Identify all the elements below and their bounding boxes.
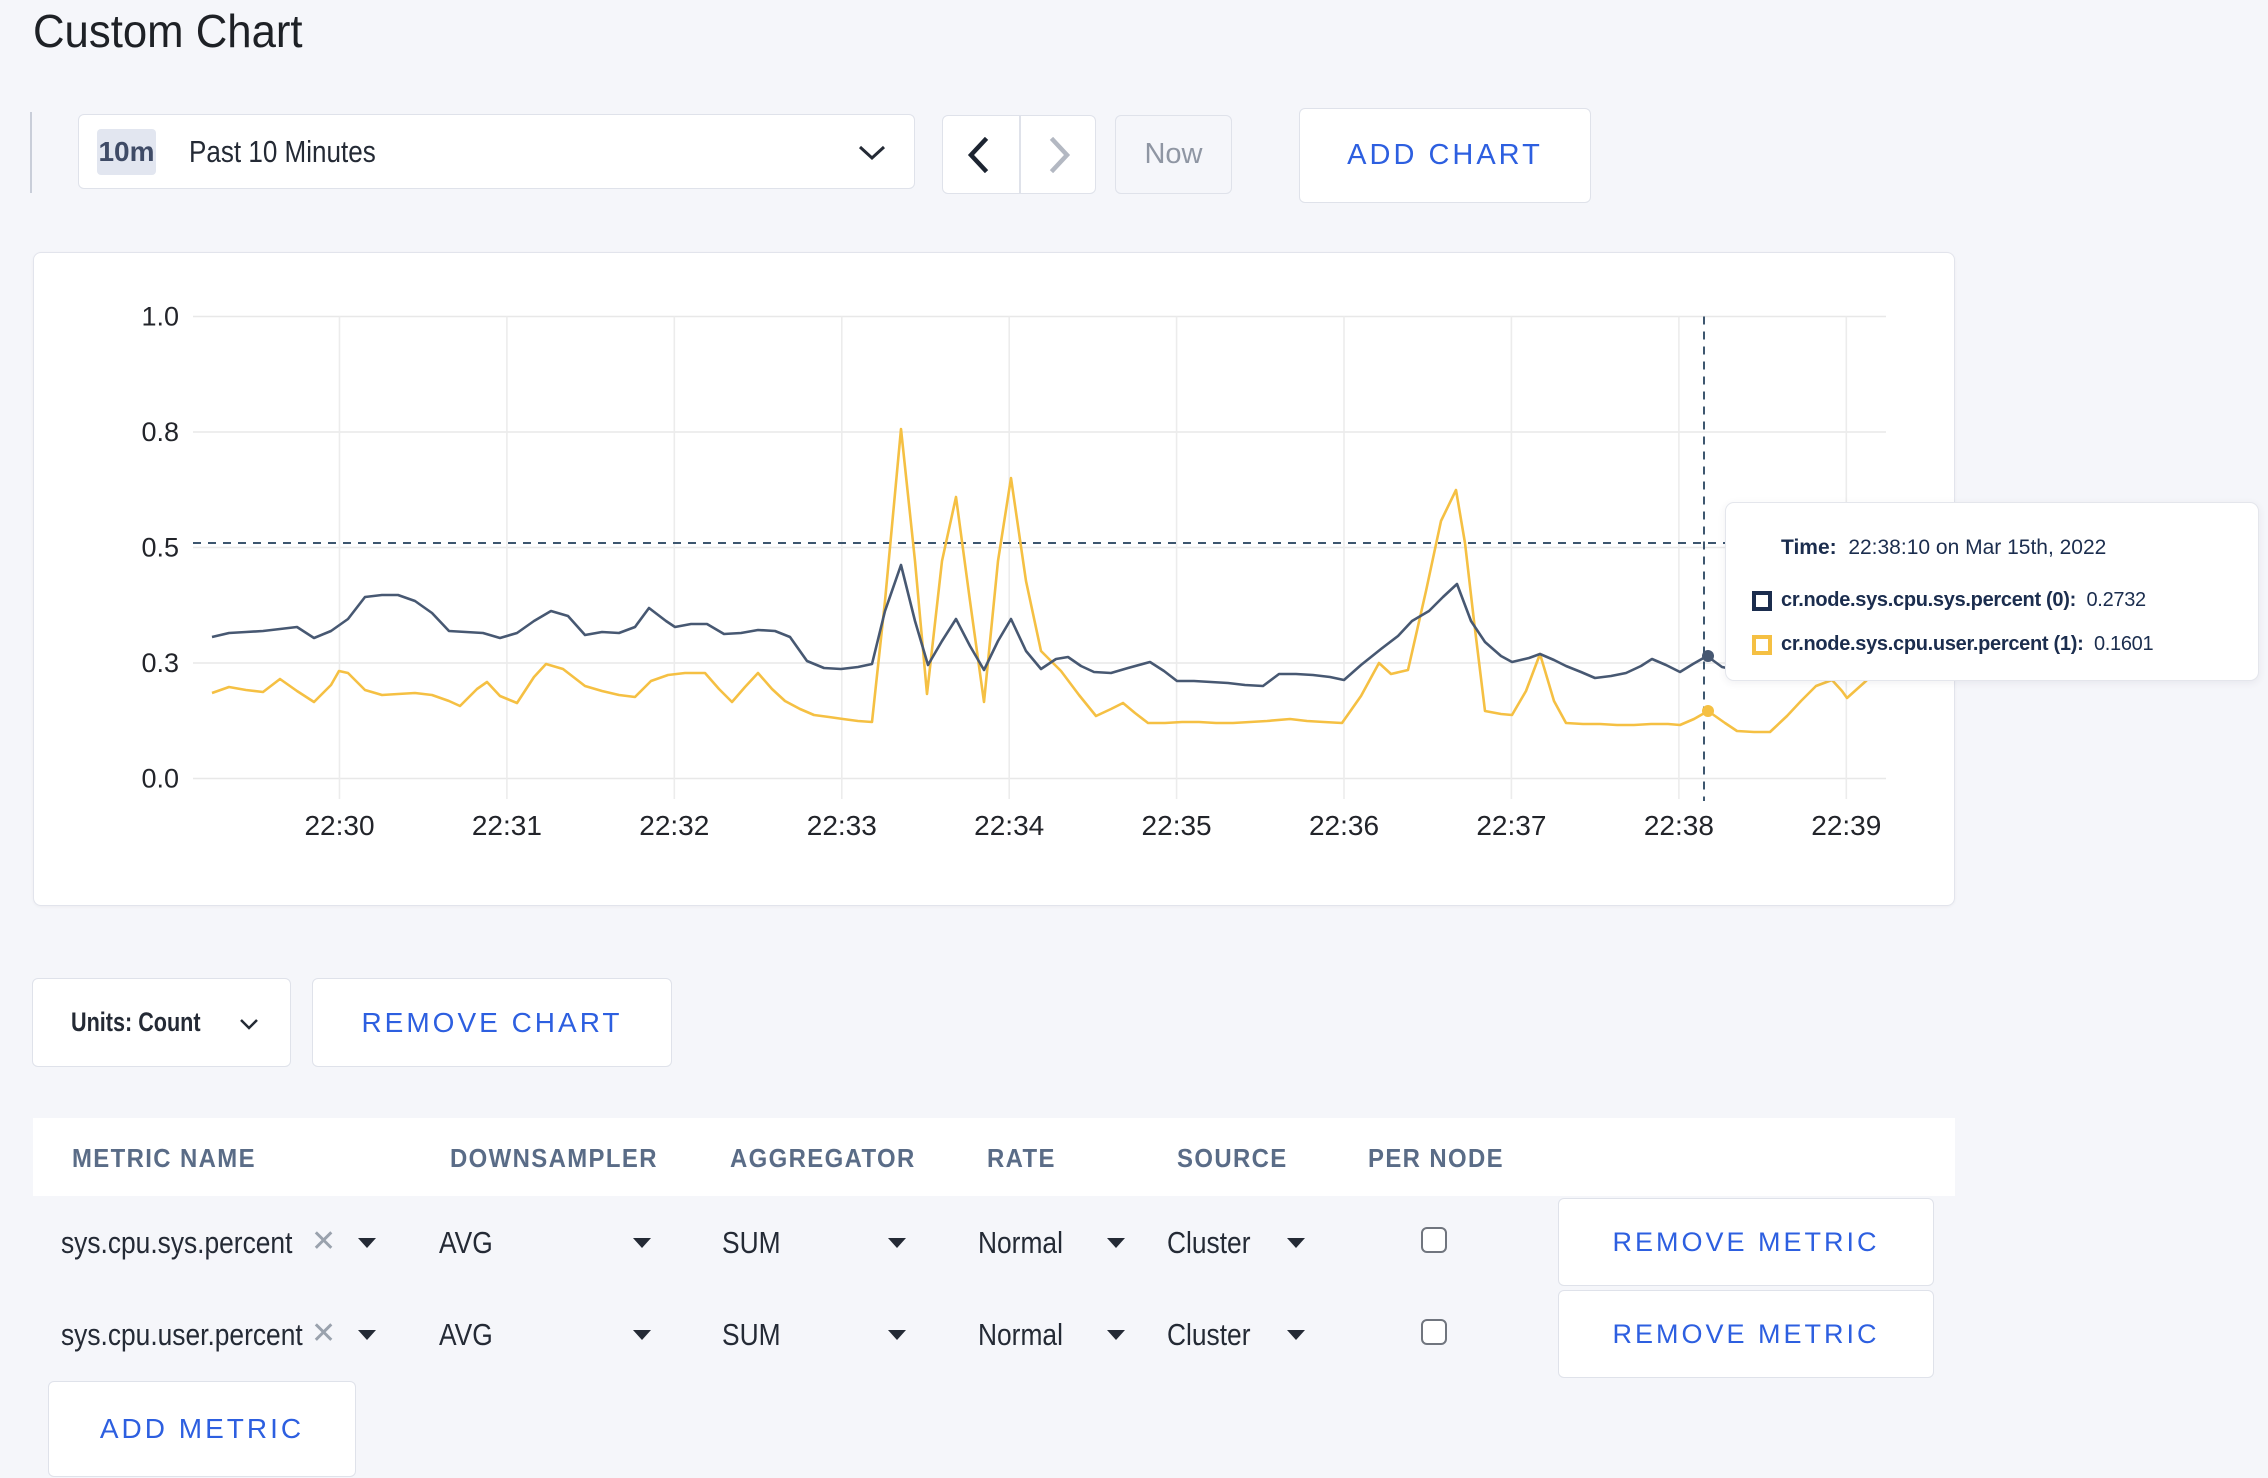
svg-text:22:30: 22:30 xyxy=(304,810,374,841)
svg-text:22:39: 22:39 xyxy=(1811,810,1881,841)
svg-text:1.0: 1.0 xyxy=(141,302,179,332)
svg-text:22:36: 22:36 xyxy=(1309,810,1379,841)
svg-text:0.5: 0.5 xyxy=(141,533,179,563)
svg-text:22:38: 22:38 xyxy=(1644,810,1714,841)
svg-text:0.3: 0.3 xyxy=(141,648,179,678)
svg-text:22:35: 22:35 xyxy=(1142,810,1212,841)
svg-text:0.0: 0.0 xyxy=(141,764,179,794)
svg-text:22:33: 22:33 xyxy=(807,810,877,841)
svg-text:0.8: 0.8 xyxy=(141,417,179,447)
svg-text:22:37: 22:37 xyxy=(1476,810,1546,841)
svg-text:22:34: 22:34 xyxy=(974,810,1044,841)
svg-text:22:32: 22:32 xyxy=(639,810,709,841)
svg-text:22:31: 22:31 xyxy=(472,810,542,841)
